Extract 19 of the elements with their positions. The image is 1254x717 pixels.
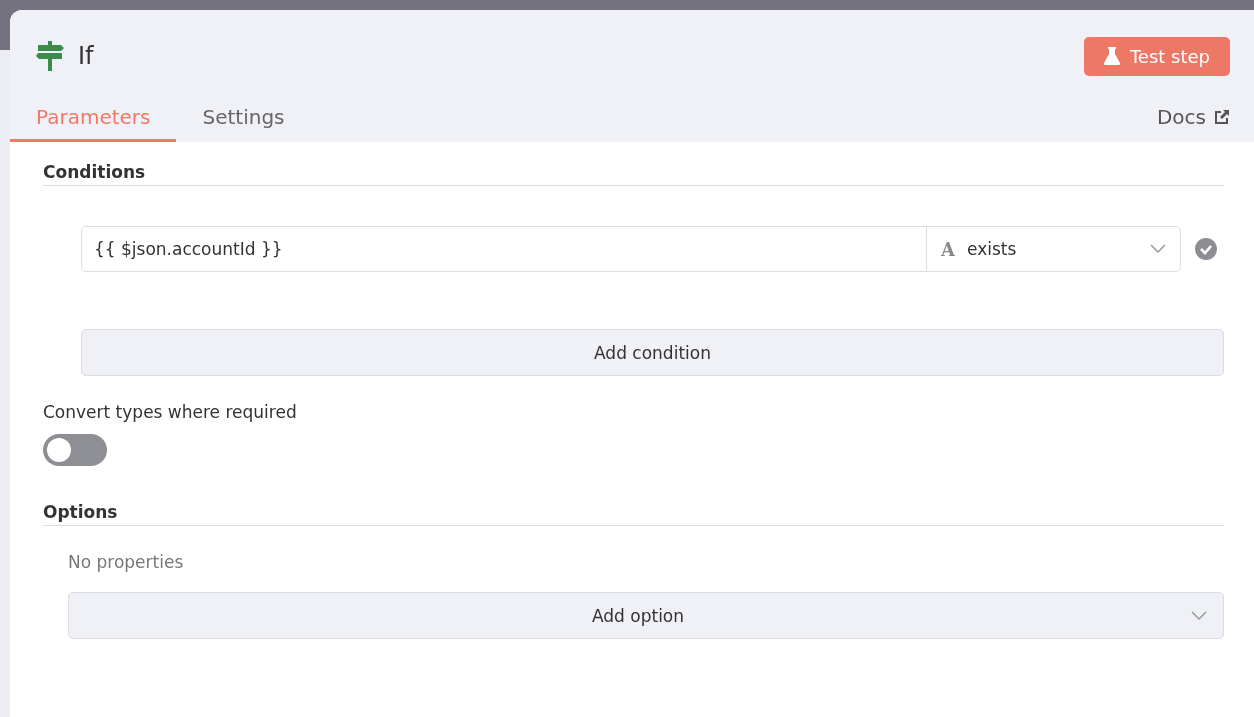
field-label: Convert types where required — [43, 402, 298, 422]
tab[interactable]: Settings — [176, 105, 311, 142]
add-option-dropdown[interactable]: Add option — [68, 592, 1224, 639]
docs-link[interactable]: Docs — [1156, 105, 1230, 142]
section-heading: Conditions — [43, 162, 1224, 186]
section-heading: Options — [43, 502, 1224, 526]
node-title: If — [78, 42, 94, 70]
toggle-switch[interactable] — [43, 434, 107, 466]
chevron-down-icon — [1191, 610, 1207, 621]
check-circle-icon — [1195, 238, 1217, 260]
signpost-icon — [36, 41, 64, 71]
type-glyph: A — [941, 238, 955, 260]
operator-dropdown[interactable]: A exists — [926, 227, 1180, 271]
flask-icon — [1103, 47, 1120, 65]
chevron-down-icon — [1150, 244, 1166, 254]
condition-input[interactable]: {{ $json.accountId }} A exists — [81, 226, 1181, 272]
add-condition-button[interactable]: Add condition — [81, 329, 1224, 376]
external-link-icon — [1214, 109, 1230, 125]
empty-text: No properties — [68, 552, 185, 572]
